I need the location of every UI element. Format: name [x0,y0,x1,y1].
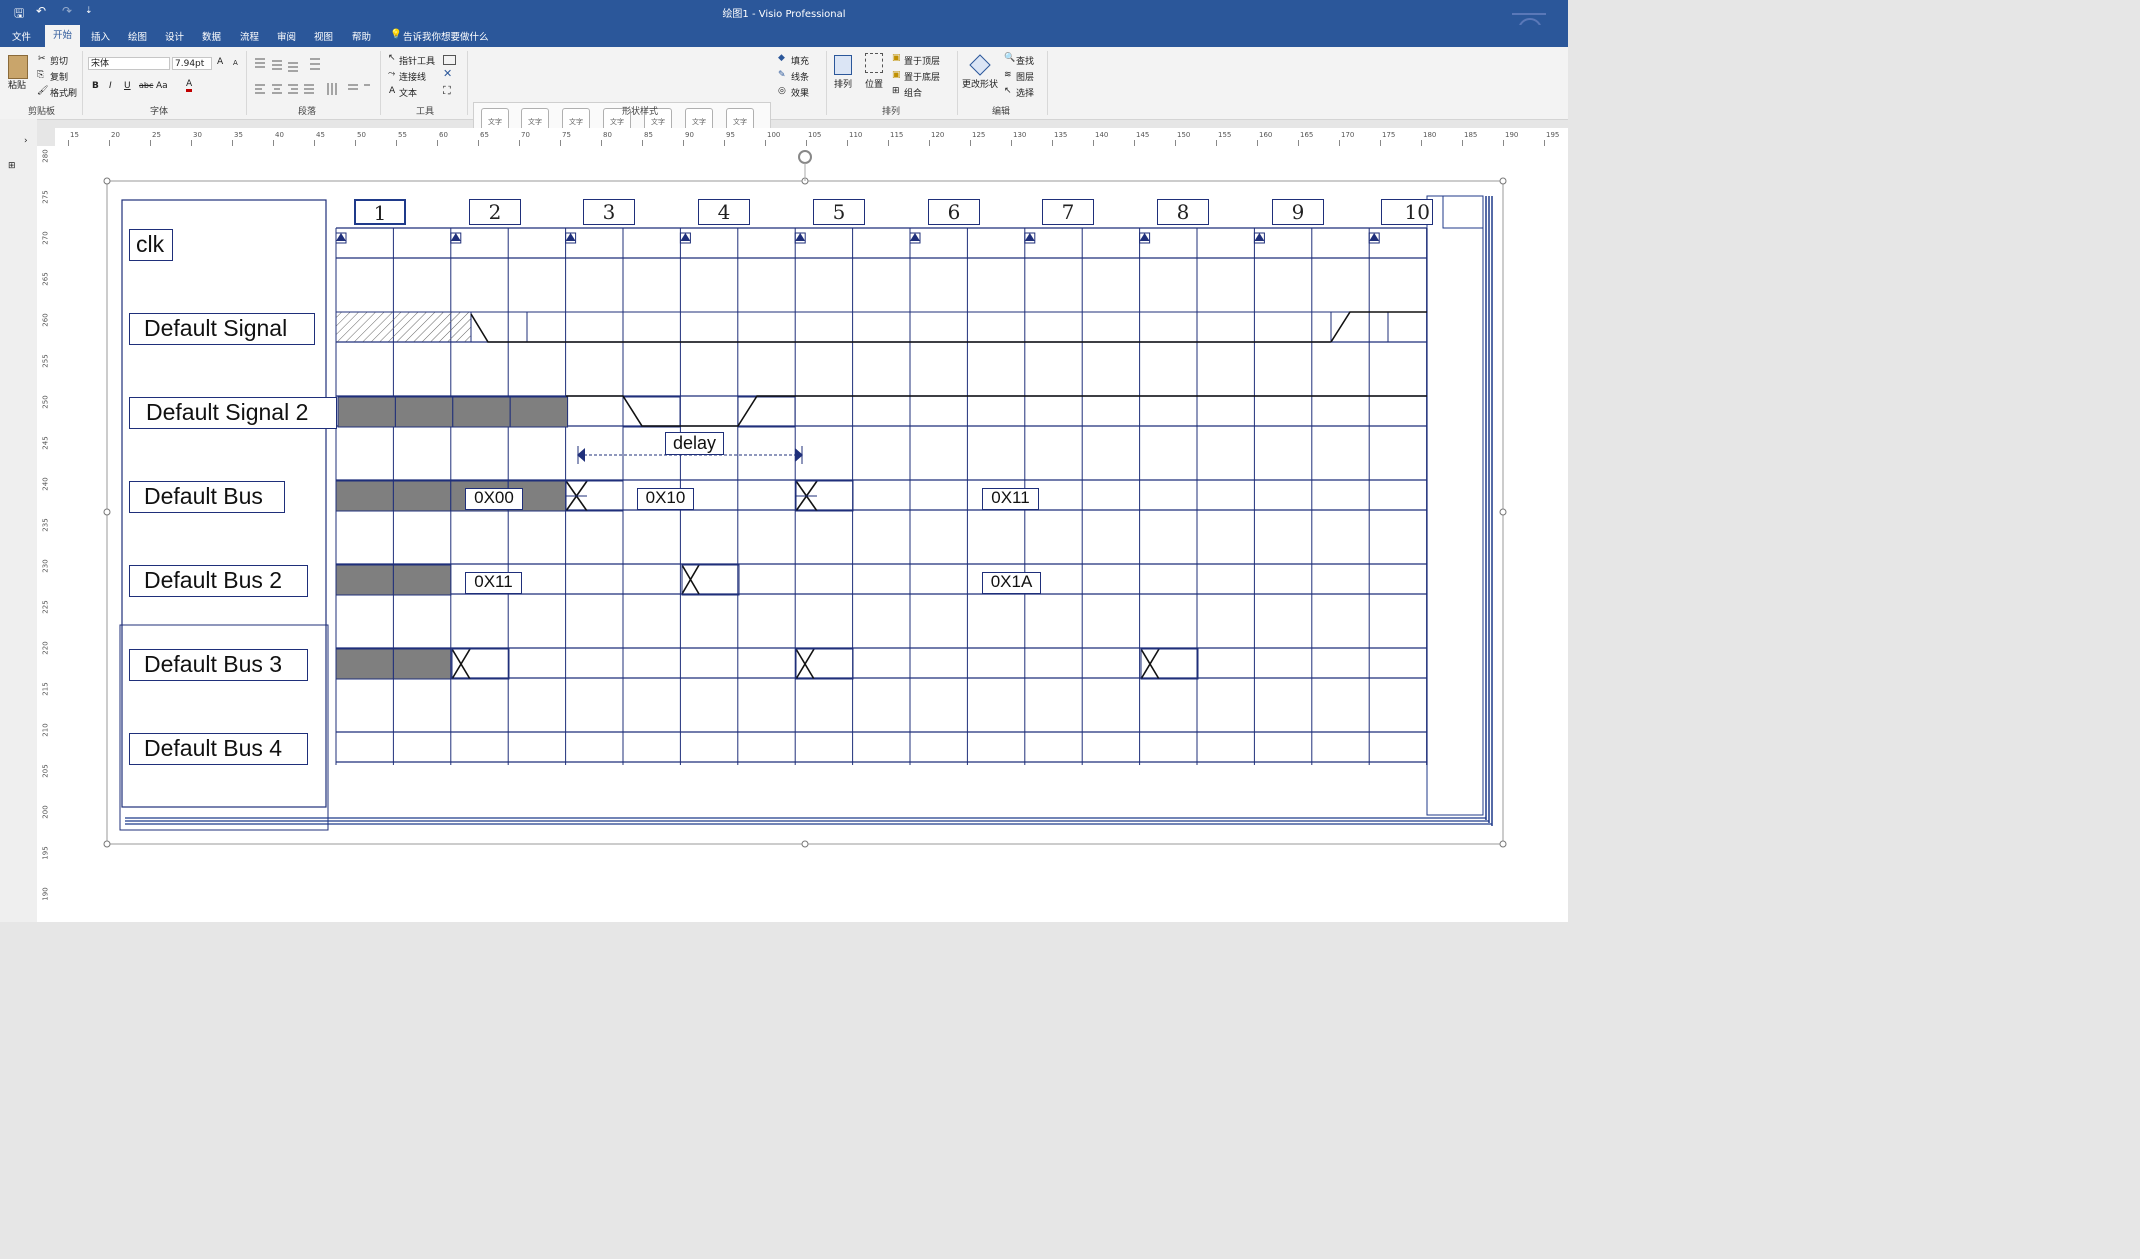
signal-rise [1330,311,1427,343]
clock-edge-marker [336,233,346,241]
clock-edge-marker [1024,233,1035,241]
bus-value-label[interactable]: 0X00 [465,488,523,510]
clock-edge-marker [1254,233,1265,241]
filled-undefined [509,396,569,428]
hatched-undefined [335,311,472,343]
timing-diagram[interactable] [0,0,1568,922]
clock-number-5[interactable]: 5 [813,199,865,225]
transition-box [622,396,681,428]
clock-edge-marker [565,233,576,241]
filled-undefined [392,480,452,512]
clock-number-10[interactable]: 10 [1381,199,1433,225]
rotate-handle [798,150,812,164]
clock-number-4[interactable]: 4 [698,199,750,225]
clock-edge-marker [450,233,461,241]
signal-label[interactable]: Default Bus 3 [129,649,308,681]
bus-value-label[interactable]: 0X11 [982,488,1039,510]
transition-box [1330,311,1389,343]
signal-low [470,313,1331,343]
filled-undefined [335,648,394,680]
delay-label[interactable]: delay [665,432,724,455]
clock-number-9[interactable]: 9 [1272,199,1324,225]
clock-edge-marker [1139,233,1150,241]
filled-undefined [452,396,511,428]
clock-number-1[interactable]: 1 [354,199,406,225]
waveforms [335,232,1427,680]
clock-number-2[interactable]: 2 [469,199,521,225]
selection-frame [106,180,1504,845]
bus-value-label[interactable]: 0X1A [982,572,1041,594]
bus-value-label[interactable]: 0X10 [637,488,694,510]
clock-number-7[interactable]: 7 [1042,199,1094,225]
clock-number-8[interactable]: 8 [1157,199,1209,225]
clock-number-3[interactable]: 3 [583,199,635,225]
clock-edge-marker [910,233,920,241]
filled-undefined [335,564,394,596]
clock-edge-marker [1369,233,1380,241]
clock-edge-marker [795,233,806,241]
signal-label[interactable]: Default Bus 2 [129,565,308,597]
clock-edge-marker [680,233,691,241]
signal-label[interactable]: Default Signal [129,313,315,345]
signal2-wave [566,395,1427,427]
filled-undefined [335,480,394,512]
signal-label[interactable]: Default Bus [129,481,285,513]
clk-label[interactable]: clk [129,229,173,261]
filled-undefined [337,396,396,428]
signal-label[interactable]: Default Signal 2 [129,397,337,429]
filled-undefined [392,648,452,680]
selection-handles [103,177,1507,848]
filled-undefined [394,396,454,428]
signal-label[interactable]: Default Bus 4 [129,733,308,765]
filled-undefined [392,564,452,596]
clock-number-6[interactable]: 6 [928,199,980,225]
bus-value-label[interactable]: 0X11 [465,572,522,594]
